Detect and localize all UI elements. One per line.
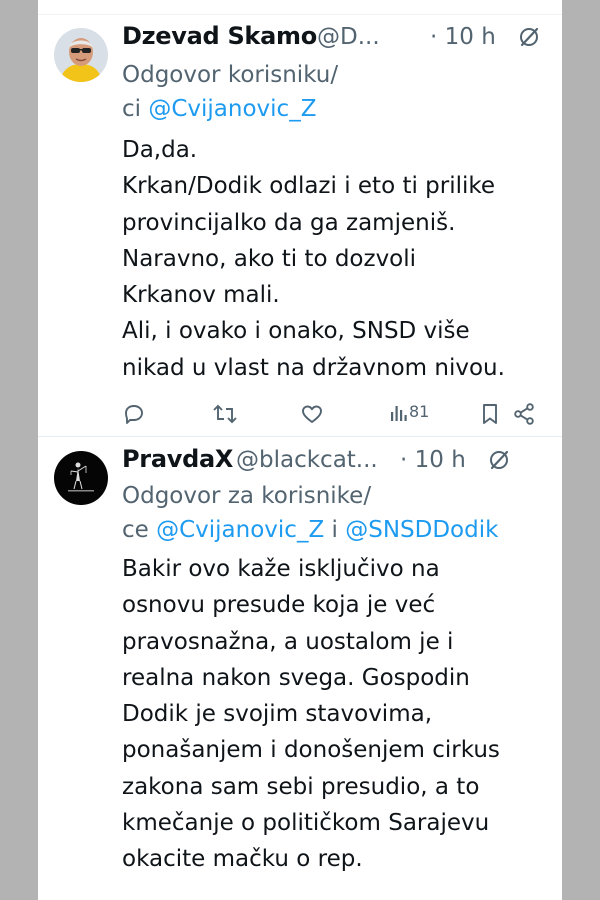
text-line: osnovu presude koja je već (122, 592, 436, 619)
mention-link[interactable]: @SNSDDodik (345, 517, 498, 543)
avatar[interactable] (54, 28, 108, 82)
reply-context: Odgovor za korisnike/ ce @Cvijanovic_Z i… (122, 479, 552, 547)
text-line: Naravno, ako ti to dozvoli (122, 245, 417, 272)
text-line: provincijalko da ga zamjeniš. (122, 209, 456, 236)
avatar[interactable] (54, 451, 108, 505)
author-handle[interactable]: @D... (317, 24, 380, 50)
reply-prefix: Odgovor za korisnike/ (122, 483, 372, 509)
tweet-time[interactable]: · 10 h (400, 447, 466, 473)
tweet-header: PravdaX @blackcat... · 10 h (122, 445, 552, 479)
tweet-divider (38, 436, 562, 437)
reply-icon[interactable] (122, 402, 146, 426)
text-line: Ali, i ovako i onako, SNSD više (122, 318, 470, 345)
text-line: zakona sam sebi presudio, a to (122, 773, 480, 800)
tweet-header: Dzevad Skamo @D... · 10 h (122, 22, 552, 56)
text-line: ponašanjem i donošenjem cirkus (122, 737, 500, 764)
text-line: nikad u vlast na državnom nivou. (122, 354, 505, 381)
text-line: Krkanov mali. (122, 282, 280, 309)
profile-photo-icon (54, 28, 108, 82)
lady-justice-logo-icon (54, 451, 108, 505)
reply-line-2: ci @Cvijanovic_Z (122, 92, 552, 126)
mention-joiner: i (324, 517, 346, 543)
reply-prefix: Odgovor korisniku/ (122, 62, 339, 88)
bookmark-icon[interactable] (480, 402, 500, 426)
tweet-text: Da,da. Krkan/Dodik odlazi i eto ti prili… (122, 132, 552, 386)
author-name[interactable]: PravdaX (122, 445, 233, 473)
text-line: Krkan/Dodik odlazi i eto ti prilike (122, 173, 496, 200)
views-icon[interactable] (390, 404, 408, 422)
text-line: okacite mačku o rep. (122, 846, 363, 873)
text-line: kmečanje o političkom Sarajevu (122, 810, 490, 837)
reply-context: Odgovor korisniku/ ci @Cvijanovic_Z (122, 58, 552, 126)
tweet-time[interactable]: · 10 h (430, 24, 496, 50)
views-count[interactable]: 81 (409, 402, 429, 421)
reply-prefix-2: ci (122, 96, 149, 122)
share-icon[interactable] (512, 402, 536, 426)
text-line: pravosnažna, a uostalom je i (122, 628, 454, 655)
reply-line-2: ce @Cvijanovic_Z i @SNSDDodik (122, 513, 552, 547)
text-line: Dodik je svojim stavovima, (122, 701, 433, 728)
tweet-content: PravdaX @blackcat... · 10 h Odgovor za k… (122, 445, 552, 878)
like-icon[interactable] (300, 402, 324, 426)
text-line: Da,da. (122, 137, 198, 163)
tweet-content: Dzevad Skamo @D... · 10 h Odgovor korisn… (122, 22, 552, 386)
grok-icon[interactable] (486, 447, 512, 473)
retweet-icon[interactable] (212, 402, 238, 426)
tweet-text: Bakir ovo kaže isključivo na osnovu pres… (122, 551, 552, 878)
top-divider (38, 14, 562, 15)
timeline-panel: Dzevad Skamo @D... · 10 h Odgovor korisn… (38, 0, 562, 900)
grok-icon[interactable] (516, 24, 542, 50)
text-line: Bakir ovo kaže isključivo na (122, 556, 440, 582)
mention-link[interactable]: @Cvijanovic_Z (156, 517, 324, 543)
mention-link[interactable]: @Cvijanovic_Z (148, 96, 316, 122)
action-bar: 81 (122, 400, 552, 428)
reply-prefix-2: ce (122, 517, 157, 543)
author-handle[interactable]: @blackcat... (236, 447, 378, 473)
author-name[interactable]: Dzevad Skamo (122, 22, 317, 50)
text-line: realna nakon svega. Gospodin (122, 664, 470, 691)
